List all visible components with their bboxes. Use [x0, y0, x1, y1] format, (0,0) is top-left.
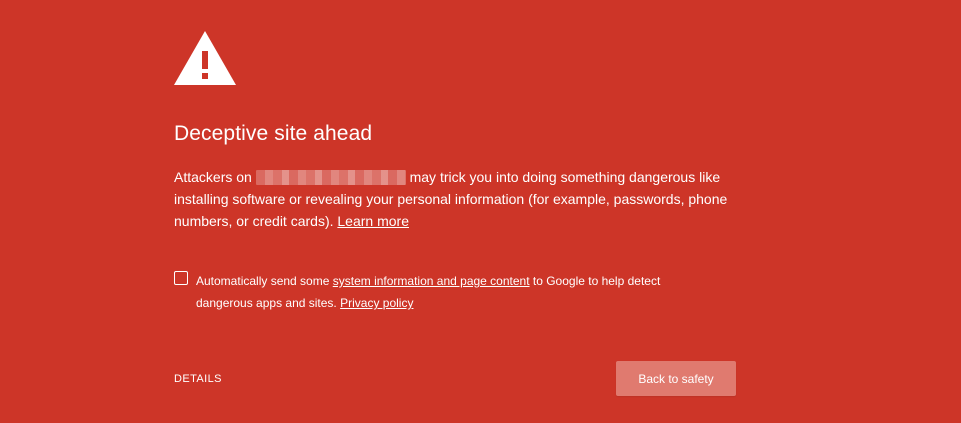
message-prefix: Attackers on	[174, 169, 252, 185]
page-title: Deceptive site ahead	[174, 122, 373, 145]
learn-more-link[interactable]: Learn more	[337, 213, 409, 229]
redacted-site-name	[255, 170, 406, 185]
reporting-label: Automatically send some system informati…	[196, 270, 696, 314]
back-to-safety-button[interactable]: Back to safety	[616, 361, 736, 396]
system-information-link[interactable]: system information and page content	[333, 274, 530, 288]
warning-triangle-icon	[174, 31, 236, 85]
details-button[interactable]: DETAILS	[174, 373, 222, 385]
main-message: Attackers on may trick you into doing so…	[174, 166, 744, 232]
privacy-policy-link[interactable]: Privacy policy	[340, 296, 413, 310]
reporting-prefix: Automatically send some	[196, 274, 330, 288]
reporting-checkbox[interactable]	[174, 271, 188, 285]
